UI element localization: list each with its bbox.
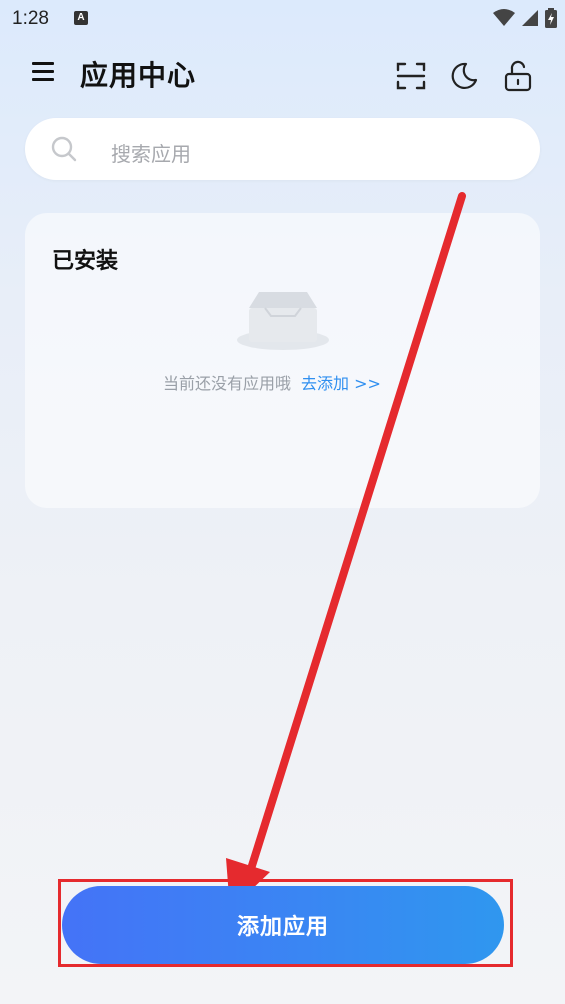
empty-state-text: 当前还没有应用哦 — [163, 374, 292, 393]
signal-icon — [522, 10, 538, 26]
moon-icon[interactable] — [446, 58, 482, 94]
wifi-icon — [493, 9, 515, 26]
search-icon — [51, 136, 77, 162]
status-icons — [493, 8, 557, 28]
status-time: 1:28 — [12, 8, 49, 29]
add-app-button[interactable]: 添加应用 — [62, 886, 504, 964]
unlock-icon[interactable] — [500, 58, 536, 94]
go-add-link[interactable]: 去添加 >> — [301, 374, 381, 393]
installed-title: 已安装 — [52, 249, 119, 274]
menu-icon[interactable] — [32, 62, 54, 82]
notification-a-icon: A — [74, 11, 88, 25]
battery-charging-icon — [545, 8, 557, 28]
empty-box-icon — [237, 292, 329, 350]
app-header: 应用中心 — [0, 48, 565, 100]
search-input[interactable]: 搜索应用 — [111, 138, 191, 167]
scan-icon[interactable] — [393, 58, 429, 94]
status-bar: 1:28 A — [0, 0, 565, 38]
page-title: 应用中心 — [80, 59, 197, 92]
empty-state: 当前还没有应用哦 去添加 >> — [163, 370, 381, 394]
search-bar[interactable]: 搜索应用 — [25, 118, 540, 180]
installed-section: 已安装 当前还没有应用哦 去添加 >> — [25, 213, 540, 508]
